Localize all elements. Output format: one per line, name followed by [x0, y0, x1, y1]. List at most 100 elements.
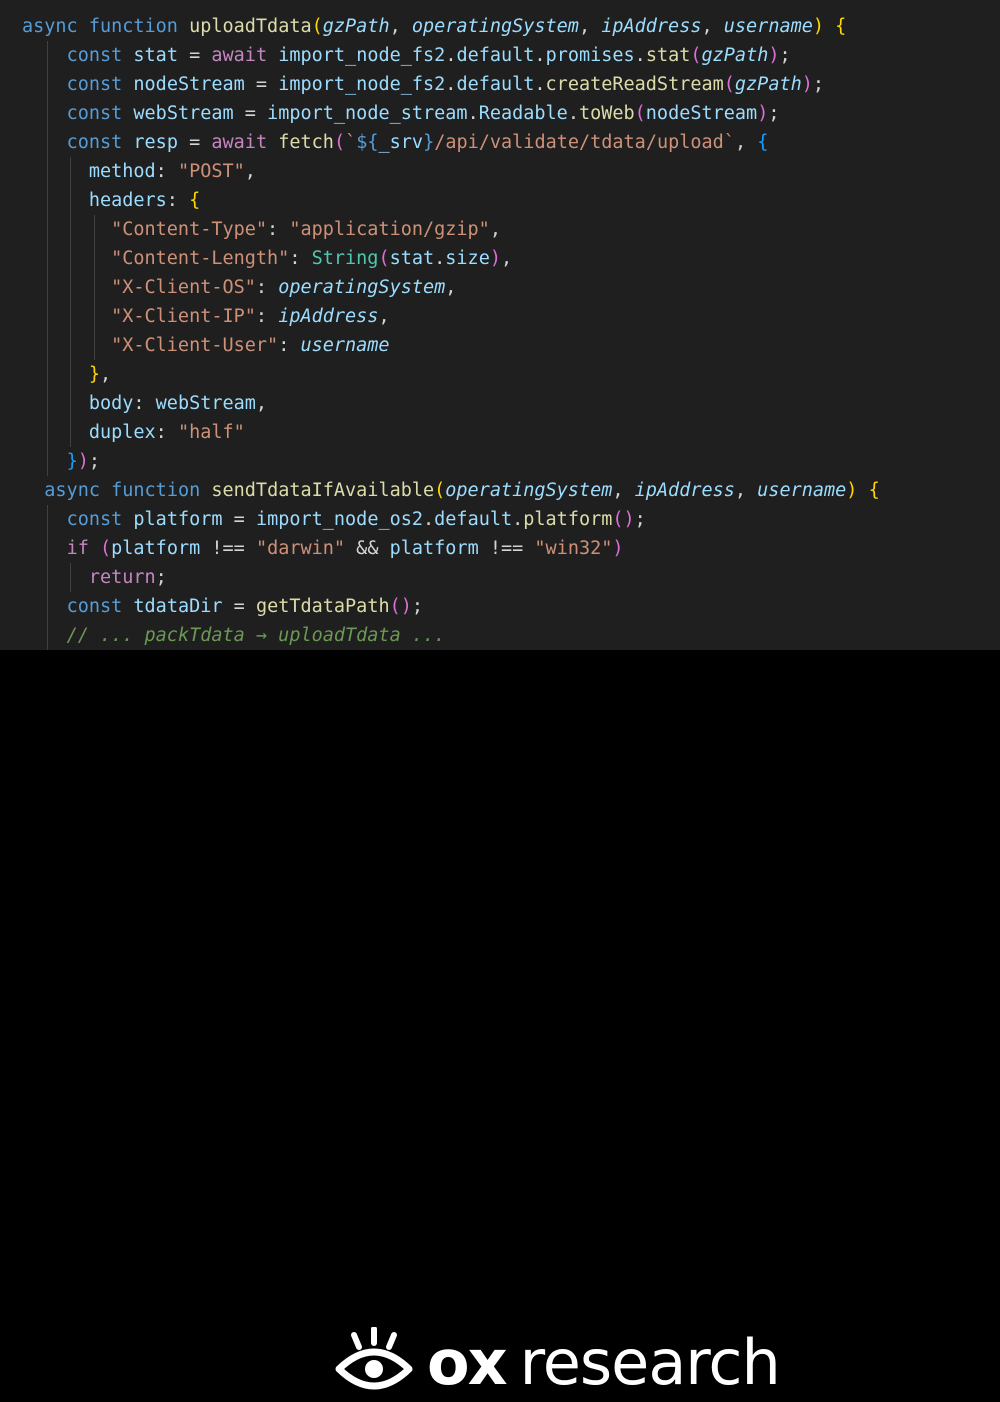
code-line: body: webStream,	[22, 389, 267, 418]
code-token: username	[757, 480, 847, 501]
code-token: &&	[345, 538, 390, 559]
code-token: ,	[445, 277, 457, 298]
code-token: {	[835, 16, 847, 37]
code-token: =	[233, 103, 268, 124]
code-token: operatingSystem	[278, 277, 446, 298]
code-token: (	[99, 538, 112, 559]
code-token: "win32"	[534, 538, 613, 559]
code-line: async function uploadTdata(gzPath, opera…	[22, 12, 846, 41]
code-token: webStream	[133, 103, 234, 124]
code-token: :	[166, 190, 190, 211]
code-token: {	[189, 190, 201, 211]
code-line: const webStream = import_node_stream.Rea…	[22, 99, 779, 128]
code-token: ()	[389, 596, 412, 617]
code-token: default	[456, 74, 535, 95]
code-token: platform	[111, 538, 201, 559]
code-token: const	[66, 103, 123, 124]
code-token: await	[211, 45, 268, 66]
code-line: },	[22, 360, 111, 389]
code-token: =	[222, 596, 256, 617]
code-token: ,	[378, 306, 390, 327]
code-token: body	[88, 393, 134, 414]
code-token: sendTdataIfAvailable	[211, 480, 435, 501]
code-token: // ... packTdata → uploadTdata ...	[66, 625, 446, 646]
code-token: ,	[244, 161, 256, 182]
code-token: ipAddress	[278, 306, 379, 327]
code-token: "Content-Length"	[111, 248, 290, 269]
code-token: const	[66, 509, 123, 530]
code-token: {	[868, 480, 880, 501]
code-token: ;	[779, 45, 791, 66]
code-token: duplex	[88, 422, 156, 443]
code-token: createReadStream	[545, 74, 724, 95]
code-editor: async function uploadTdata(gzPath, opera…	[0, 0, 1000, 650]
code-token: ,	[489, 219, 501, 240]
code-line: "X-Client-OS": operatingSystem,	[22, 273, 456, 302]
code-token: function	[88, 16, 178, 37]
code-token: =	[177, 132, 212, 153]
code-token: )	[77, 451, 89, 472]
code-token: )	[846, 480, 858, 501]
code-token: ;	[812, 74, 825, 95]
code-token: username	[723, 16, 813, 37]
code-token: (	[723, 74, 735, 95]
code-token: headers	[88, 190, 167, 211]
code-token: platform	[389, 538, 479, 559]
code-token: "half"	[177, 422, 245, 443]
code-token: nodeStream	[133, 74, 245, 95]
code-token: ,	[99, 364, 112, 385]
code-token: if	[66, 538, 89, 559]
code-line: return;	[22, 563, 167, 592]
code-line: // ... packTdata → uploadTdata ...	[22, 621, 445, 650]
code-token: ,	[734, 132, 758, 153]
code-token: toWeb	[578, 103, 635, 124]
code-token: (	[434, 480, 446, 501]
code-token: ,	[255, 393, 268, 414]
code-line: "X-Client-User": username	[22, 331, 390, 360]
code-token: String	[311, 248, 379, 269]
code-token: uploadTdata	[189, 16, 312, 37]
code-token: (	[311, 16, 323, 37]
footer-banner: ox research	[0, 650, 1000, 1399]
code-token: platform	[523, 509, 613, 530]
code-line: headers: {	[22, 186, 200, 215]
ox-research-logo: ox research	[335, 1322, 781, 1402]
code-token: "X-Client-IP"	[111, 306, 256, 327]
code-token: stat	[645, 45, 691, 66]
code-token: !==	[200, 538, 256, 559]
code-token: .	[634, 45, 646, 66]
code-token: ipAddress	[601, 16, 702, 37]
code-token: async	[44, 480, 100, 501]
code-token: `	[345, 132, 357, 153]
code-token: const	[66, 596, 123, 617]
code-line: const platform = import_node_os2.default…	[22, 505, 646, 534]
code-token: }	[88, 364, 100, 385]
code-token: )	[801, 74, 813, 95]
code-line: async function sendTdataIfAvailable(oper…	[22, 476, 880, 505]
code-token: gzPath	[322, 16, 390, 37]
code-token: operatingSystem	[445, 480, 613, 501]
code-token: "darwin"	[255, 538, 346, 559]
code-token: method	[88, 161, 156, 182]
code-token: "X-Client-User"	[111, 335, 279, 356]
code-line: });	[22, 447, 100, 476]
code-token: size	[445, 248, 490, 269]
code-token: fetch	[278, 132, 334, 153]
